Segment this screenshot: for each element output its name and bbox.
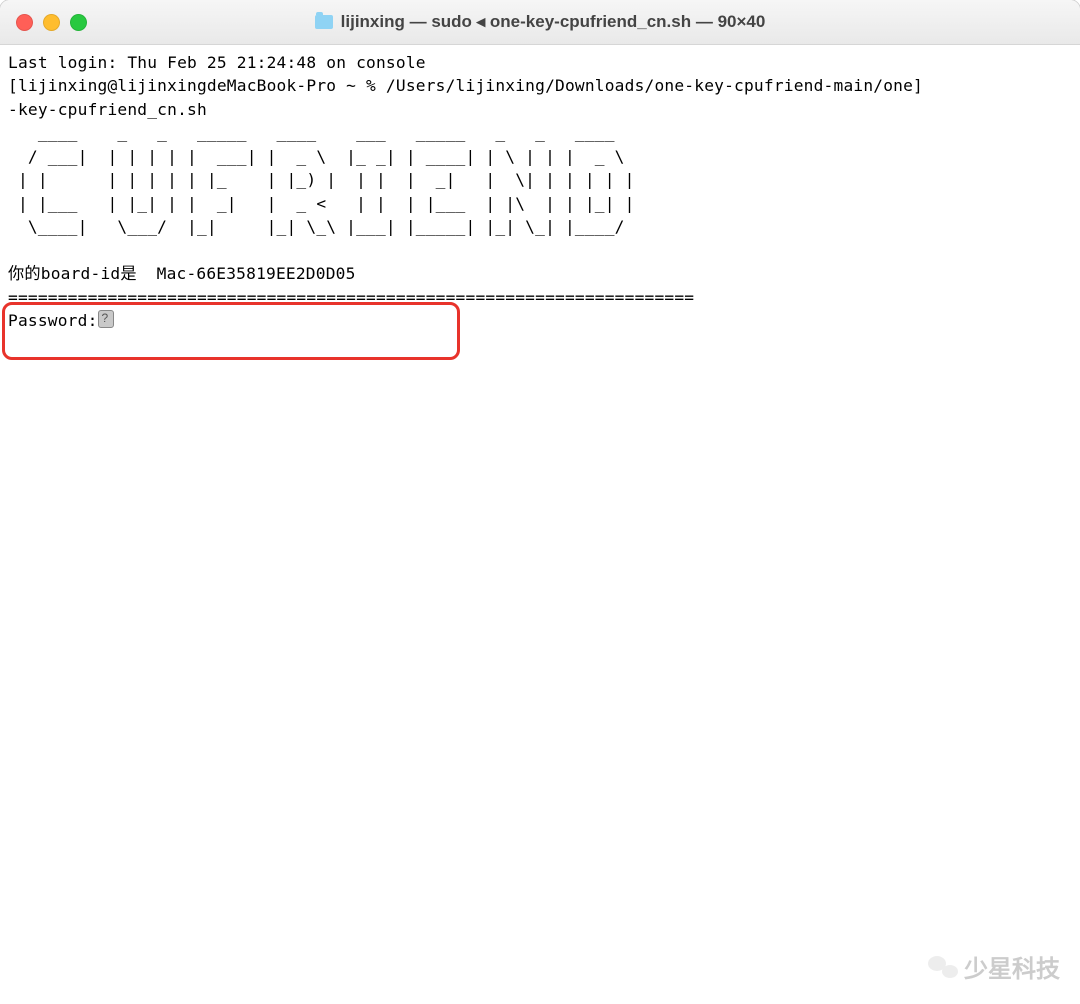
close-button[interactable] (16, 14, 33, 31)
titlebar: lijinxing — sudo ◂ one-key-cpufriend_cn.… (0, 0, 1080, 45)
last-login-line: Last login: Thu Feb 25 21:24:48 on conso… (8, 53, 426, 72)
wechat-icon (928, 954, 958, 980)
watermark: 少星科技 (928, 949, 1060, 984)
prompt-line-2: -key-cpufriend_cn.sh (8, 100, 207, 119)
password-prompt: Password: (8, 311, 98, 330)
traffic-lights (0, 14, 87, 31)
divider-line: ========================================… (8, 288, 694, 307)
prompt-line-1: [lijinxing@lijinxingdeMacBook-Pro ~ % /U… (8, 76, 923, 95)
board-id-line: 你的board-id是 Mac-66E35819EE2D0D05 (8, 264, 356, 283)
minimize-button[interactable] (43, 14, 60, 31)
window-title-text: lijinxing — sudo ◂ one-key-cpufriend_cn.… (341, 12, 766, 32)
ascii-art-banner: ____ _ _ _____ ____ ___ _____ _ _ ____ /… (8, 123, 635, 236)
watermark-text: 少星科技 (964, 949, 1060, 984)
terminal-window: lijinxing — sudo ◂ one-key-cpufriend_cn.… (0, 0, 1080, 1004)
key-icon (98, 310, 114, 328)
window-title: lijinxing — sudo ◂ one-key-cpufriend_cn.… (0, 12, 1080, 32)
maximize-button[interactable] (70, 14, 87, 31)
folder-icon (315, 15, 333, 29)
terminal-body[interactable]: Last login: Thu Feb 25 21:24:48 on conso… (0, 45, 1080, 339)
